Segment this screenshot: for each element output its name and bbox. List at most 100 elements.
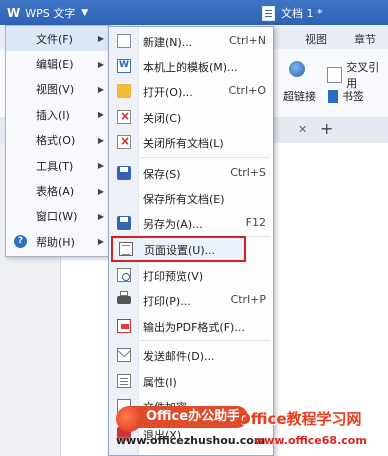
menu-item-tools[interactable]: 工具(T) ▶ bbox=[6, 153, 110, 178]
menu-item-format[interactable]: 格式(O) ▶ bbox=[6, 128, 110, 153]
menu-save-label: 保存(S) bbox=[143, 168, 181, 181]
menu-close-all-label: 关闭所有文档(L) bbox=[143, 137, 224, 150]
menu-save-as-shortcut: F12 bbox=[245, 216, 266, 229]
watermark-url-2: www.office68.com bbox=[254, 434, 367, 447]
page-setup-icon bbox=[119, 242, 133, 256]
menu-open-label: 打开(O)... bbox=[143, 86, 193, 99]
document-title: 文档 1 * bbox=[262, 5, 323, 21]
menu-print-preview[interactable]: 打印预览(V) bbox=[110, 263, 272, 287]
cross-reference-button[interactable]: 交叉引用 bbox=[327, 59, 388, 91]
close-all-icon bbox=[117, 134, 131, 149]
tab-view[interactable]: 视图 bbox=[305, 31, 327, 47]
close-doc-icon bbox=[117, 109, 131, 124]
submenu-arrow-icon: ▶ bbox=[97, 110, 104, 120]
menu-save-all-label: 保存所有文档(E) bbox=[143, 193, 225, 206]
save-as-icon bbox=[117, 216, 131, 230]
document-title-text: 文档 1 * bbox=[281, 7, 323, 20]
watermark-url-1: www.officezhushou.com bbox=[116, 434, 266, 447]
menu-save-as[interactable]: 另存为(A)... F12 bbox=[110, 211, 272, 235]
wps-logo-icon: W bbox=[7, 5, 21, 20]
menu-separator bbox=[140, 340, 270, 341]
menu-print[interactable]: 打印(P)... Ctrl+P bbox=[110, 288, 272, 312]
properties-icon bbox=[117, 374, 131, 388]
globe-icon bbox=[289, 61, 305, 77]
wps-app-button[interactable]: W WPS 文字 ▼ bbox=[3, 2, 111, 23]
menu-item-view-label: 视图(V) bbox=[36, 83, 75, 97]
menu-item-insert[interactable]: 插入(I) ▶ bbox=[6, 102, 110, 127]
menu-print-shortcut: Ctrl+P bbox=[230, 293, 266, 306]
menu-item-edit[interactable]: 编辑(E) ▶ bbox=[6, 51, 110, 76]
menu-export-pdf[interactable]: 输出为PDF格式(F)... bbox=[110, 314, 272, 338]
menu-item-tools-label: 工具(T) bbox=[36, 159, 74, 173]
menu-item-table[interactable]: 表格(A) ▶ bbox=[6, 178, 110, 203]
watermark-logo-icon bbox=[116, 406, 142, 432]
new-doc-icon bbox=[117, 34, 131, 48]
save-icon bbox=[117, 166, 131, 180]
menu-save-shortcut: Ctrl+S bbox=[230, 166, 266, 179]
close-tab-icon[interactable]: ✕ bbox=[298, 123, 307, 136]
menu-close[interactable]: 关闭(C) bbox=[110, 105, 272, 129]
hyperlink-button[interactable]: 超链接 bbox=[283, 88, 316, 104]
title-bar: W WPS 文字 ▼ 文档 1 * bbox=[0, 0, 388, 25]
template-icon bbox=[117, 59, 131, 73]
main-menu: 文件(F) ▶ 编辑(E) ▶ 视图(V) ▶ 插入(I) ▶ 格式(O) ▶ … bbox=[5, 25, 111, 257]
menu-new[interactable]: 新建(N)... Ctrl+N bbox=[110, 29, 272, 53]
hyperlink-icon-wrap bbox=[289, 61, 305, 77]
menu-new-shortcut: Ctrl+N bbox=[228, 34, 266, 47]
menu-export-pdf-label: 输出为PDF格式(F)... bbox=[143, 321, 245, 334]
new-tab-icon[interactable]: + bbox=[320, 119, 333, 138]
submenu-arrow-icon: ▶ bbox=[97, 34, 104, 44]
menu-page-setup[interactable]: 页面设置(U)... bbox=[111, 236, 246, 262]
watermark-title: Office教程学习网 bbox=[238, 410, 362, 428]
menu-item-insert-label: 插入(I) bbox=[36, 108, 70, 122]
wps-app-label: WPS 文字 bbox=[25, 6, 76, 20]
print-icon bbox=[117, 291, 131, 304]
menu-item-format-label: 格式(O) bbox=[36, 134, 76, 148]
menu-save-as-label: 另存为(A)... bbox=[143, 218, 203, 231]
watermark: Office办公助手 Office教程学习网 www.officezhushou… bbox=[116, 404, 388, 456]
menu-save[interactable]: 保存(S) Ctrl+S bbox=[110, 161, 272, 185]
menu-item-help[interactable]: ? 帮助(H) ▶ bbox=[6, 229, 110, 254]
submenu-arrow-icon: ▶ bbox=[97, 211, 104, 221]
menu-open-shortcut: Ctrl+O bbox=[228, 84, 266, 97]
menu-local-templates-label: 本机上的模板(M)... bbox=[143, 61, 238, 74]
mail-icon bbox=[117, 348, 131, 362]
menu-item-table-label: 表格(A) bbox=[36, 185, 75, 199]
dropdown-arrow-icon: ▼ bbox=[81, 7, 89, 18]
submenu-arrow-icon: ▶ bbox=[97, 237, 104, 247]
cross-reference-label: 交叉引用 bbox=[346, 61, 380, 90]
menu-item-file[interactable]: 文件(F) ▶ bbox=[6, 26, 110, 52]
menu-save-all[interactable]: 保存所有文档(E) bbox=[110, 186, 272, 210]
menu-print-preview-label: 打印预览(V) bbox=[143, 270, 204, 283]
bookmark-icon bbox=[328, 89, 338, 103]
menu-item-view[interactable]: 视图(V) ▶ bbox=[6, 77, 110, 102]
menu-close-label: 关闭(C) bbox=[143, 112, 182, 125]
submenu-arrow-icon: ▶ bbox=[97, 84, 104, 94]
menu-local-templates[interactable]: 本机上的模板(M)... bbox=[110, 54, 272, 78]
menu-send-mail-label: 发送邮件(D)... bbox=[143, 350, 215, 363]
menu-item-file-label: 文件(F) bbox=[36, 32, 73, 46]
submenu-arrow-icon: ▶ bbox=[97, 161, 104, 171]
menu-item-window[interactable]: 窗口(W) ▶ bbox=[6, 204, 110, 229]
file-submenu: 新建(N)... Ctrl+N 本机上的模板(M)... 打开(O)... Ct… bbox=[108, 26, 274, 456]
menu-open[interactable]: 打开(O)... Ctrl+O bbox=[110, 79, 272, 103]
menu-properties[interactable]: 属性(I) bbox=[110, 369, 272, 393]
menu-send-mail[interactable]: 发送邮件(D)... bbox=[110, 343, 272, 367]
help-icon: ? bbox=[14, 235, 27, 249]
menu-properties-label: 属性(I) bbox=[143, 376, 177, 389]
folder-icon bbox=[117, 84, 131, 98]
document-icon bbox=[262, 5, 275, 21]
menu-print-label: 打印(P)... bbox=[143, 295, 191, 308]
tab-chapter[interactable]: 章节 bbox=[354, 31, 376, 47]
menu-close-all[interactable]: 关闭所有文档(L) bbox=[110, 130, 272, 154]
submenu-arrow-icon: ▶ bbox=[97, 135, 104, 145]
hyperlink-label: 超链接 bbox=[283, 90, 316, 103]
bookmark-button[interactable]: 书签 bbox=[328, 88, 364, 104]
print-preview-icon bbox=[117, 268, 131, 282]
menu-separator bbox=[140, 157, 270, 158]
cross-reference-icon bbox=[327, 67, 343, 83]
submenu-arrow-icon: ▶ bbox=[97, 59, 104, 69]
menu-page-setup-label: 页面设置(U)... bbox=[144, 244, 216, 257]
pdf-icon bbox=[117, 319, 131, 333]
bookmark-label: 书签 bbox=[342, 90, 364, 103]
